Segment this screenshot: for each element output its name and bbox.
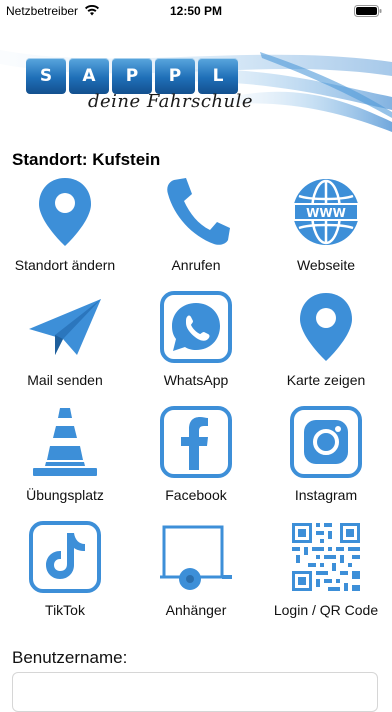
tile-whatsapp[interactable]: WhatsApp: [131, 287, 261, 402]
tile-label: Facebook: [165, 487, 227, 503]
logo-letters: S A P P L: [26, 58, 238, 94]
tile-webseite[interactable]: WWW Webseite: [261, 172, 391, 287]
tile-tiktok[interactable]: TikTok: [0, 517, 130, 632]
tile-label: Standort ändern: [14, 257, 116, 273]
app-header: S A P P L deine Fahrschule: [0, 42, 392, 132]
tile-label: TikTok: [45, 602, 85, 618]
paper-plane-icon: [29, 289, 101, 365]
instagram-icon: [290, 404, 362, 480]
tile-label: Login / QR Code: [273, 602, 379, 618]
username-input[interactable]: [12, 672, 378, 712]
tile-login-qr-code[interactable]: Login / QR Code: [261, 517, 391, 632]
logo-tagline: deine Fahrschule: [88, 91, 254, 112]
battery-icon: [354, 5, 382, 17]
whatsapp-icon: [160, 289, 232, 365]
status-time: 12:50 PM: [169, 4, 223, 18]
username-label: Benutzername:: [12, 648, 128, 667]
location-title: Standort: Kufstein: [12, 150, 161, 169]
status-bar: Netzbetreiber 12:50 PM: [0, 0, 392, 22]
tile-label: Webseite: [296, 257, 356, 273]
tile-label: Mail senden: [27, 372, 103, 388]
facebook-icon: [160, 404, 232, 480]
map-pin-icon: [290, 289, 362, 365]
tile-anhaenger[interactable]: Anhänger: [131, 517, 261, 632]
tile-uebungsplatz[interactable]: Übungsplatz: [0, 402, 130, 517]
tile-standort-aendern[interactable]: Standort ändern: [0, 172, 130, 287]
logo-letter: P: [155, 58, 195, 94]
traffic-cone-icon: [29, 404, 101, 480]
tile-instagram[interactable]: Instagram: [261, 402, 391, 517]
svg-text:WWW: WWW: [306, 206, 346, 220]
tile-facebook[interactable]: Facebook: [131, 402, 261, 517]
tile-label: Anhänger: [165, 602, 227, 618]
tile-label: Karte zeigen: [286, 372, 366, 388]
map-pin-icon: [29, 174, 101, 250]
tile-karte-zeigen[interactable]: Karte zeigen: [261, 287, 391, 402]
logo-letter: S: [26, 58, 66, 94]
logo-letter: L: [198, 58, 238, 94]
tile-label: Instagram: [294, 487, 358, 503]
tiktok-icon: [29, 519, 101, 595]
phone-icon: [160, 174, 232, 250]
tile-anrufen[interactable]: Anrufen: [131, 172, 261, 287]
logo-letter: A: [69, 58, 109, 94]
qr-code-icon: [290, 519, 362, 595]
tile-mail-senden[interactable]: Mail senden: [0, 287, 130, 402]
tile-label: Übungsplatz: [26, 487, 104, 503]
logo-letter: P: [112, 58, 152, 94]
trailer-icon: [160, 519, 232, 595]
tile-label: WhatsApp: [163, 372, 229, 388]
globe-www-icon: WWW: [290, 174, 362, 250]
tile-label: Anrufen: [171, 257, 221, 273]
